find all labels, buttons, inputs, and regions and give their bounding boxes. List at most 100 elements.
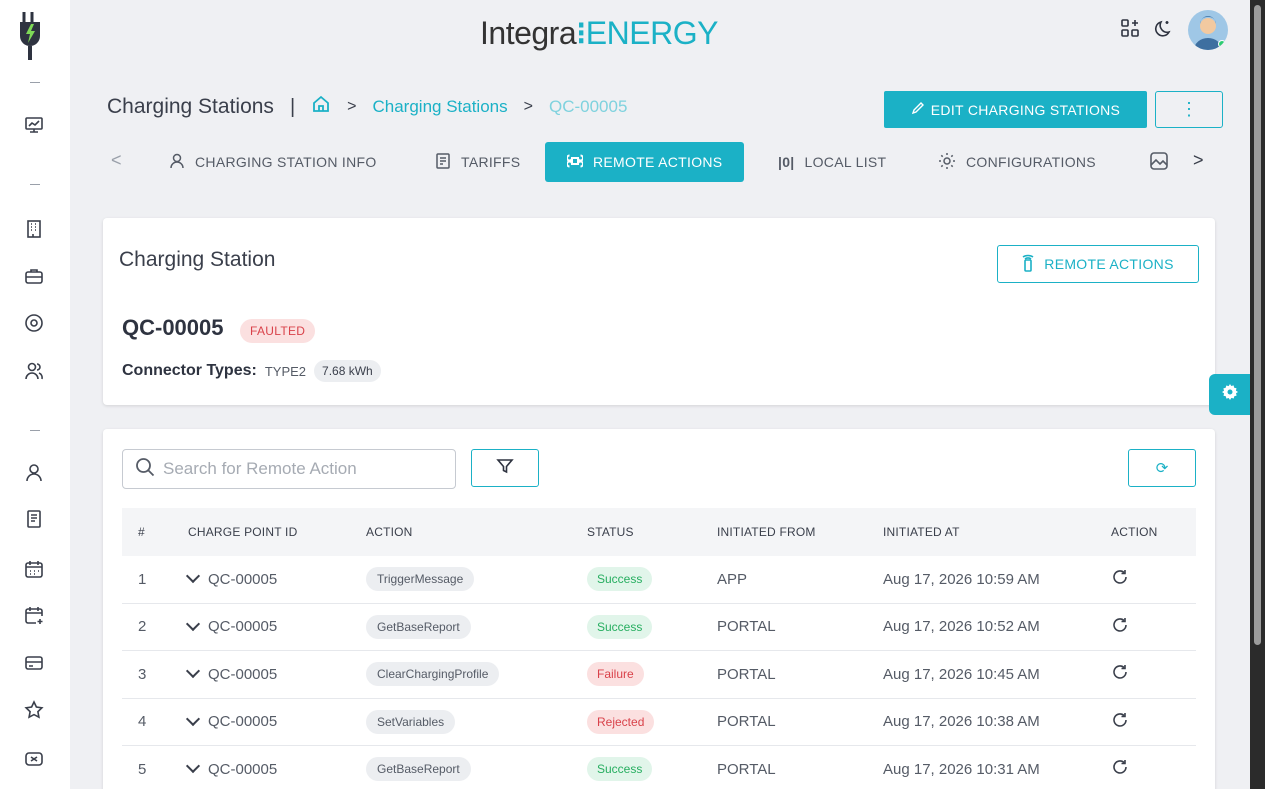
brand-part-2: ENERGY — [585, 15, 719, 51]
brand-logo[interactable]: Integra⁝ENERGY — [480, 14, 718, 52]
tab-configurations[interactable]: CONFIGURATIONS — [938, 142, 1096, 182]
tab-bar: < CHARGING STATION INFO TARIFFS REMOTE A… — [107, 142, 1217, 182]
avatar[interactable] — [1188, 10, 1228, 50]
card-icon[interactable] — [23, 652, 45, 674]
building-icon[interactable] — [23, 218, 45, 240]
user-icon[interactable] — [23, 462, 45, 484]
plug-logo-icon[interactable] — [18, 10, 50, 62]
image-icon — [1149, 151, 1169, 174]
page-scrollbar[interactable] — [1250, 0, 1265, 789]
calendar-add-icon[interactable] — [23, 604, 45, 626]
action-cell: GetBaseReport — [366, 614, 587, 639]
local-list-icon: |0| — [778, 154, 795, 170]
tab-charging-station-info[interactable]: CHARGING STATION INFO — [169, 142, 377, 182]
initiated-at: Aug 17, 2026 10:38 AM — [883, 713, 1040, 731]
home-icon[interactable] — [311, 94, 331, 120]
tab-scroll-right-icon[interactable]: > — [1193, 150, 1204, 171]
pencil-icon — [911, 101, 925, 118]
location-icon[interactable] — [23, 312, 45, 334]
tab-scroll-left-icon[interactable]: < — [111, 150, 122, 171]
users-icon[interactable] — [23, 360, 45, 382]
retry-icon[interactable] — [1111, 568, 1196, 590]
remote-actions-button[interactable]: REMOTE ACTIONS — [997, 245, 1199, 283]
sidebar-divider — [30, 184, 40, 185]
tab-label: REMOTE ACTIONS — [593, 154, 723, 170]
charge-point-id: QC-00005 — [208, 618, 278, 636]
status-badge: Success — [587, 614, 653, 639]
charge-point-id: QC-00005 — [208, 713, 278, 731]
action-pill: GetBaseReport — [366, 614, 471, 639]
tab-local-list[interactable]: |0| LOCAL LIST — [778, 142, 886, 182]
retry-icon[interactable] — [1111, 616, 1196, 638]
dark-mode-icon[interactable] — [1154, 18, 1174, 43]
settings-fab-button[interactable] — [1209, 374, 1250, 415]
more-icon: ⋮ — [1180, 99, 1198, 119]
retry-icon[interactable] — [1111, 711, 1196, 733]
charge-point-id: QC-00005 — [208, 760, 278, 778]
initiated-at: Aug 17, 2026 10:59 AM — [883, 570, 1040, 588]
table-row: 5 QC-00005 GetBaseReport Success PORTAL … — [122, 746, 1196, 789]
col-header-initiated-at[interactable]: INITIATED AT — [883, 525, 1111, 539]
expand-row-icon[interactable] — [185, 616, 201, 631]
remote-actions-table: # CHARGE POINT ID ACTION STATUS INITIATE… — [122, 508, 1196, 789]
tab-tariffs[interactable]: TARIFFS — [435, 142, 520, 182]
remote-icon — [1022, 254, 1034, 275]
expand-row-icon[interactable] — [185, 664, 201, 679]
command-key-icon[interactable] — [23, 748, 45, 770]
brand-part-1: Integra — [480, 15, 577, 51]
col-header-charge-point-id[interactable]: CHARGE POINT ID — [188, 525, 366, 539]
connector-kwh-badge: 7.68 kWh — [314, 360, 381, 382]
col-header-status[interactable]: STATUS — [587, 525, 717, 539]
initiated-at: Aug 17, 2026 10:31 AM — [883, 760, 1040, 778]
brand-separator: ⁝ — [576, 15, 586, 51]
page-title: Charging Stations — [107, 95, 274, 118]
connector-types-row: Connector Types: TYPE2 7.68 kWh — [122, 360, 381, 382]
refresh-button[interactable]: ⟳ — [1128, 449, 1196, 487]
dashboard-icon[interactable] — [23, 114, 45, 136]
action-cell: TriggerMessage — [366, 567, 587, 592]
charge-point-cell: QC-00005 — [185, 569, 366, 588]
retry-icon[interactable] — [1111, 663, 1196, 685]
more-options-button[interactable]: ⋮ — [1155, 91, 1223, 128]
expand-row-icon[interactable] — [185, 759, 201, 774]
initiated-at: Aug 17, 2026 10:52 AM — [883, 618, 1040, 636]
tab-label: CONFIGURATIONS — [966, 154, 1096, 170]
edit-charging-stations-button[interactable]: EDIT CHARGING STATIONS — [884, 91, 1147, 128]
star-icon[interactable] — [23, 699, 45, 721]
status-badge: FAULTED — [240, 319, 316, 343]
sidebar — [0, 0, 70, 789]
connector-type: TYPE2 — [264, 363, 307, 379]
expand-row-icon[interactable] — [185, 711, 201, 726]
status-badge: Success — [587, 567, 653, 592]
refresh-icon: ⟳ — [1155, 460, 1169, 477]
tab-image[interactable] — [1149, 142, 1169, 182]
calendar-icon[interactable] — [23, 558, 45, 580]
briefcase-icon[interactable] — [23, 265, 45, 287]
remote-button-label: REMOTE ACTIONS — [1044, 256, 1174, 272]
scrollbar-thumb[interactable] — [1254, 5, 1261, 645]
card-title: Charging Station — [119, 248, 276, 271]
col-header-action[interactable]: ACTION — [366, 525, 587, 539]
initiated-from: PORTAL — [717, 760, 776, 778]
table-header: # CHARGE POINT ID ACTION STATUS INITIATE… — [122, 508, 1196, 556]
tab-label: LOCAL LIST — [804, 154, 887, 170]
tab-remote-actions[interactable]: REMOTE ACTIONS — [545, 142, 745, 182]
station-id: QC-00005 — [122, 315, 224, 340]
sidebar-divider — [30, 430, 40, 431]
receipt-icon — [435, 152, 451, 172]
user-icon — [169, 153, 185, 172]
retry-icon[interactable] — [1111, 758, 1196, 780]
receipt-icon[interactable] — [23, 508, 45, 530]
col-header-initiated-from[interactable]: INITIATED FROM — [717, 525, 883, 539]
apps-add-icon[interactable] — [1120, 18, 1140, 43]
col-header-row-action: ACTION — [1111, 525, 1158, 539]
row-number: 4 — [138, 713, 147, 731]
status-badge: Failure — [587, 662, 644, 687]
filter-button[interactable] — [471, 449, 539, 487]
sidebar-divider — [30, 82, 40, 83]
search-input[interactable] — [163, 459, 443, 479]
topbar: Integra⁝ENERGY — [70, 0, 1250, 70]
expand-row-icon[interactable] — [185, 569, 201, 584]
row-number: 1 — [138, 570, 147, 588]
breadcrumb-link[interactable]: Charging Stations — [372, 97, 507, 117]
